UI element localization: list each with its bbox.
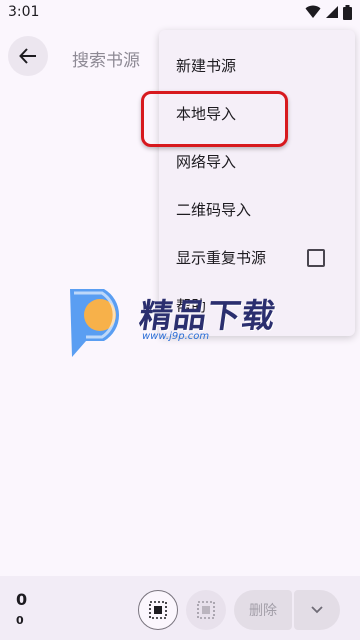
signal-icon	[326, 6, 338, 18]
highlight-box	[141, 91, 288, 147]
total-count: 0	[16, 614, 24, 627]
wifi-icon	[305, 5, 321, 18]
status-time: 3:01	[8, 4, 40, 20]
selected-count: 0	[16, 590, 28, 609]
menu-item-new-source[interactable]: 新建书源	[159, 41, 355, 89]
watermark: 精品下载 www.j9p.com	[64, 283, 294, 359]
arrow-left-icon	[19, 48, 36, 64]
invert-selection-icon	[197, 601, 215, 619]
select-all-button[interactable]	[138, 590, 178, 630]
status-icons	[305, 4, 352, 20]
menu-item-label: 新建书源	[176, 56, 237, 75]
menu-item-label: 网络导入	[176, 152, 237, 171]
menu-item-show-duplicates[interactable]: 显示重复书源	[159, 233, 355, 281]
battery-icon	[343, 4, 352, 20]
bottom-selection-bar: 0 0 删除	[0, 576, 360, 640]
delete-button[interactable]: 删除	[234, 590, 292, 630]
more-options-button[interactable]	[294, 590, 340, 630]
watermark-url: www.j9p.com	[142, 331, 210, 342]
menu-item-label: 二维码导入	[176, 200, 252, 219]
select-all-icon	[149, 601, 167, 619]
invert-selection-button[interactable]	[186, 590, 226, 630]
delete-label: 删除	[249, 603, 277, 619]
menu-item-qrcode-import[interactable]: 二维码导入	[159, 185, 355, 233]
chevron-down-icon	[311, 606, 323, 614]
show-duplicates-checkbox[interactable]	[307, 249, 325, 267]
back-button[interactable]	[8, 36, 48, 76]
status-bar: 3:01	[0, 0, 360, 24]
search-input[interactable]: 搜索书源	[72, 46, 140, 71]
watermark-logo-icon	[70, 289, 120, 357]
watermark-title: 精品下载	[136, 296, 279, 335]
menu-item-label: 显示重复书源	[176, 248, 267, 267]
